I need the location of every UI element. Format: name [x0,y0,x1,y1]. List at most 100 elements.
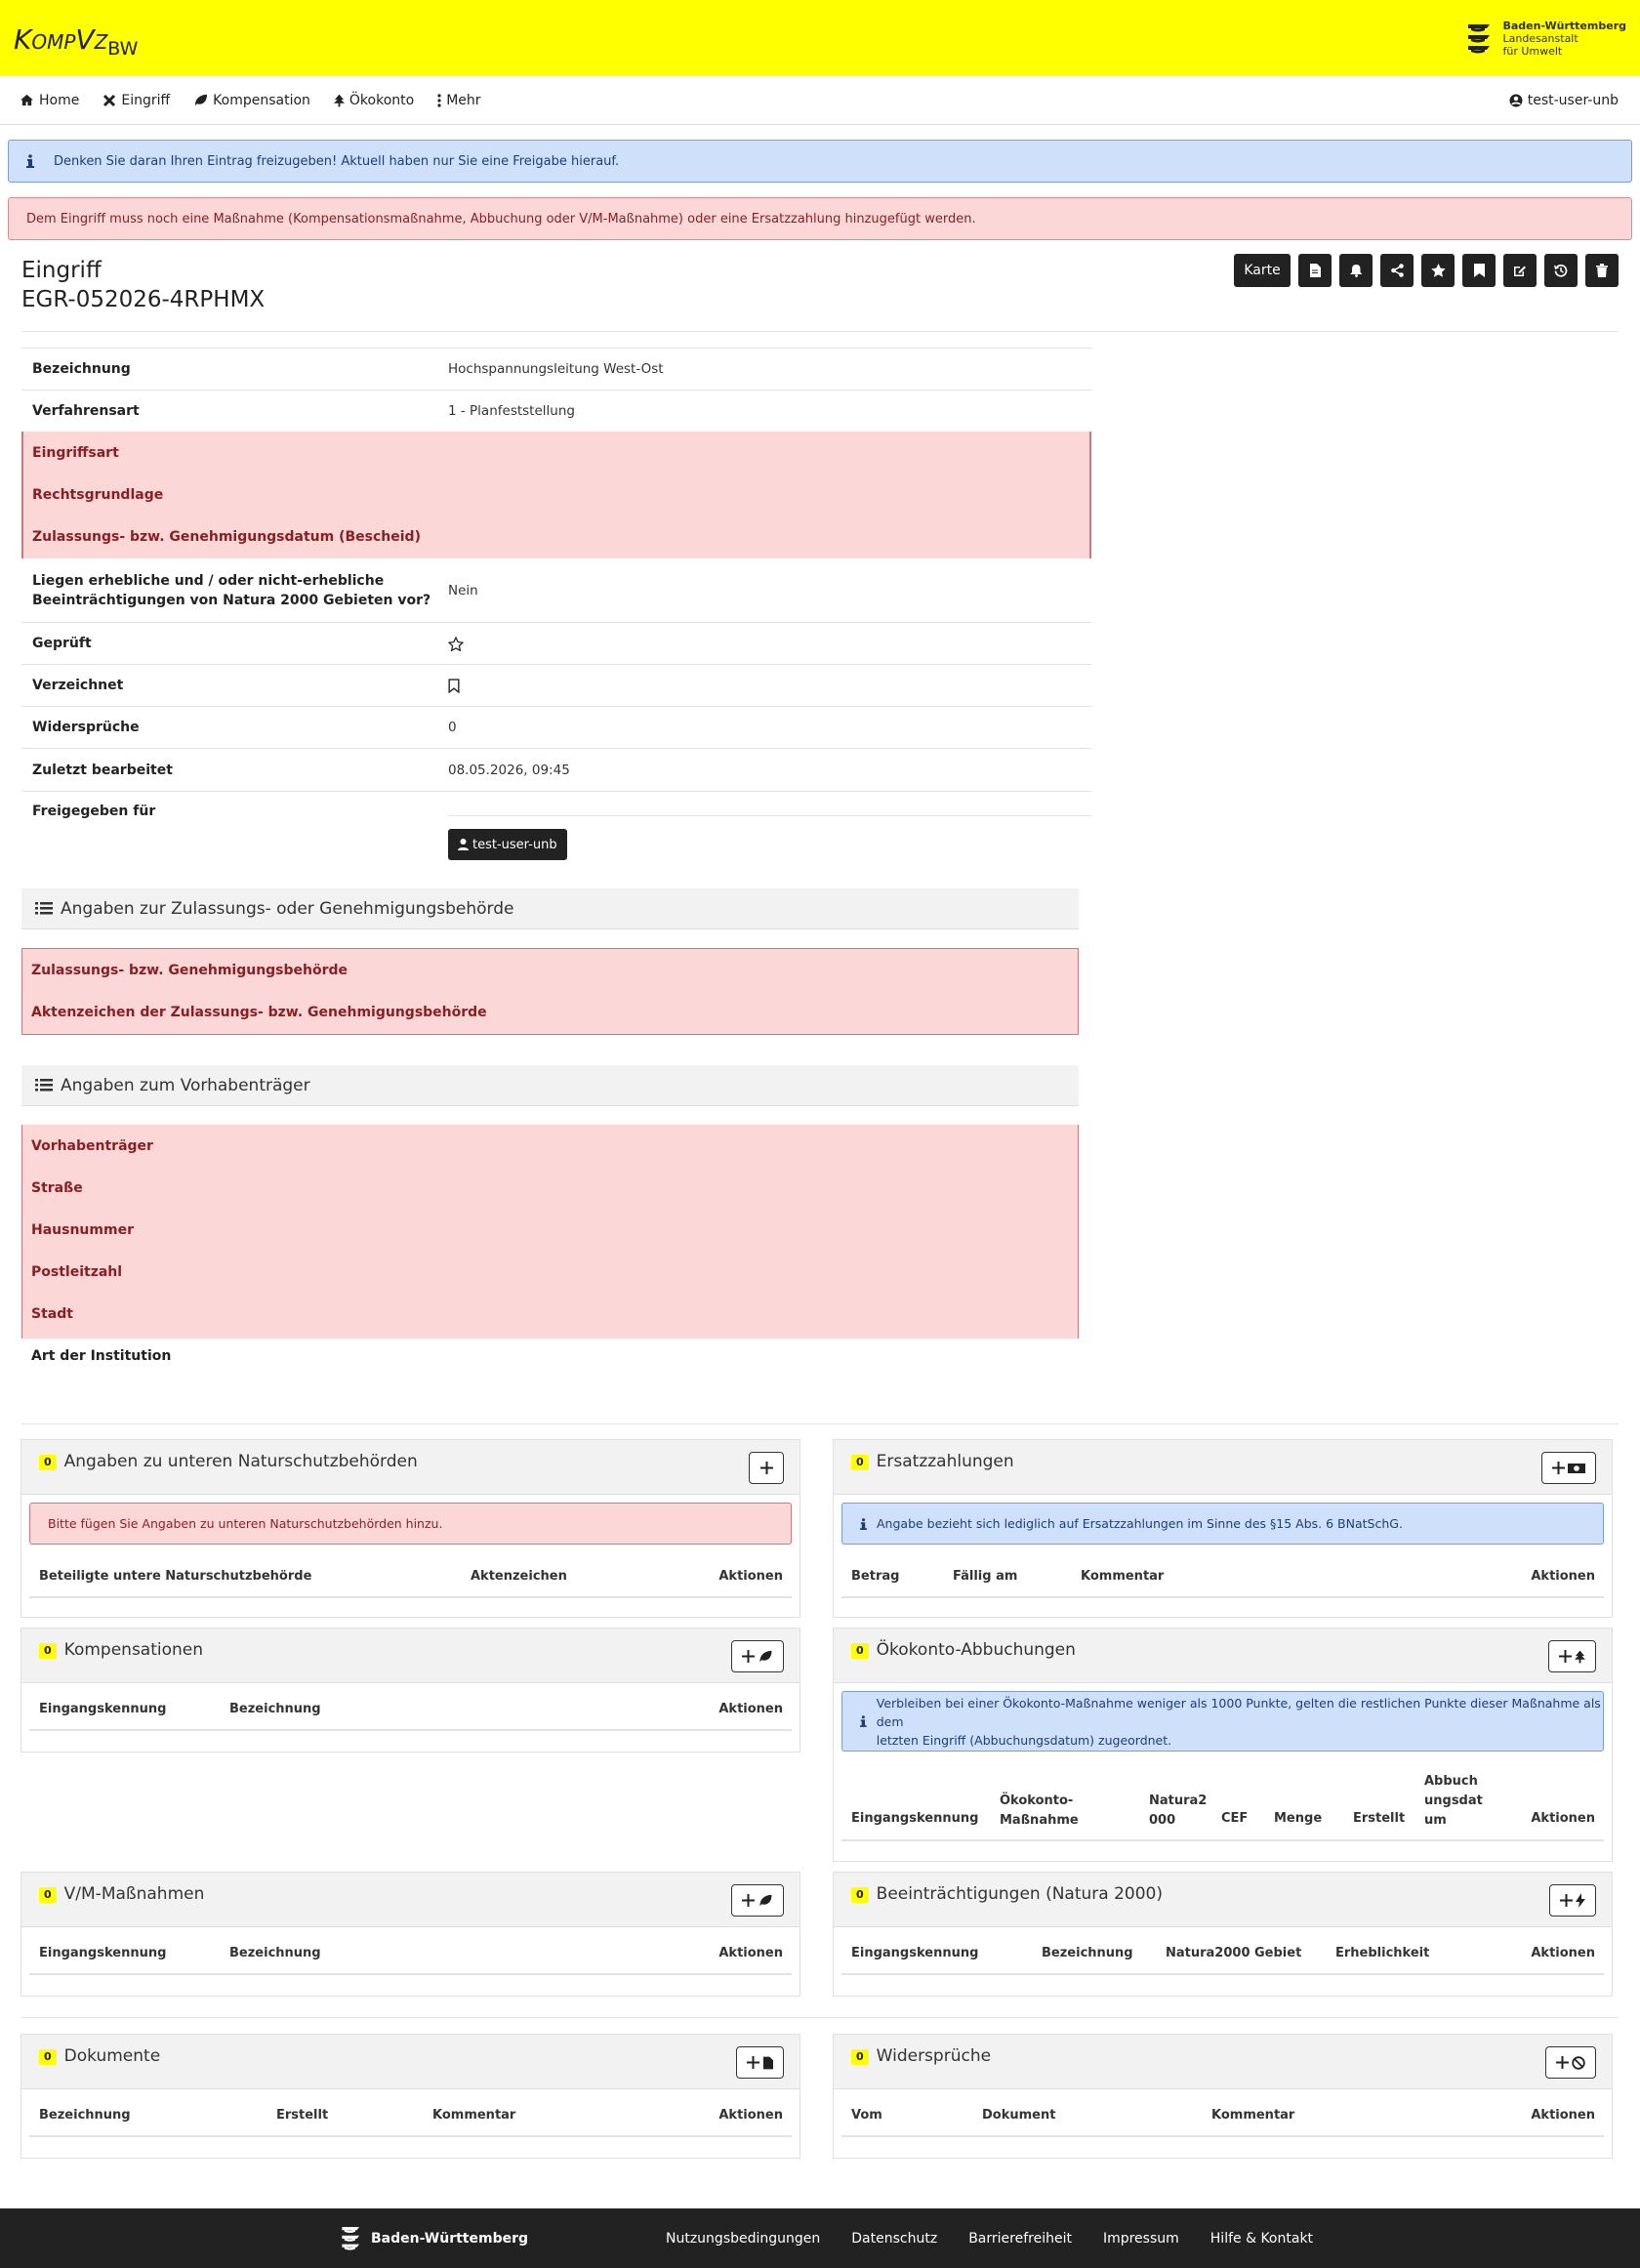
col-header: Bezeichnung [39,2108,131,2123]
nav-kompensation[interactable]: Kompensation [193,93,310,108]
col-header-part: um [1424,1813,1447,1828]
card-title: Beeinträchtigungen (Natura 2000) [876,1884,1163,1904]
money-icon [1568,1463,1585,1473]
bookmark-button[interactable] [1462,254,1496,287]
edit-icon [1514,266,1526,276]
col-header: CEF [1221,1811,1249,1826]
count-badge: 0 [851,1887,869,1903]
col-header: Aktionen [1531,2108,1595,2123]
check-star-button[interactable] [1421,254,1455,287]
danger-alert-text: Dem Eingriff muss noch eine Maßnahme (Ko… [26,211,976,227]
page-title: Eingriff EGR-052026-4RPHMX [21,256,265,314]
history-button[interactable] [1544,254,1578,287]
card-title: Ökokonto-Abbuchungen [876,1640,1076,1660]
col-header: Eingangskennung [851,1946,979,1960]
card-komp-header: 0 Kompensationen [21,1629,800,1683]
add-ersatz-button[interactable] [1541,1452,1596,1484]
footer-link-impressum[interactable]: Impressum [1103,2231,1179,2247]
nav-oekokonto-label: Ökokonto [348,92,415,108]
table-rule [29,1596,792,1598]
add-komp-button[interactable] [731,1640,784,1672]
card-title: V/M-Maßnahmen [63,1884,205,1904]
nav-user[interactable]: test-user-unb [1509,76,1619,125]
col-header: Bezeichnung [1042,1946,1133,1960]
col-header: Natura2 000 [1149,1792,1207,1831]
tree-icon [1575,1650,1585,1663]
nav-mehr[interactable]: Mehr [437,93,481,108]
table-rule [841,2135,1604,2137]
attr-label: Bezeichnung [32,361,131,377]
nav-home[interactable]: Home [20,93,79,108]
attr-zuletzt: Zuletzt bearbeitet 08.05.2026, 09:45 [21,748,1091,791]
card-wider-header: 0 Widersprüche [834,2035,1612,2089]
ban-icon [1572,2055,1585,2070]
col-header-part: Maßnahme [1000,1813,1079,1828]
nav-oekokonto[interactable]: Ökokonto [333,92,415,108]
list-icon [35,902,53,915]
file-icon [762,2056,773,2069]
shared-user-chip[interactable]: test-user-unb [448,829,567,860]
unb-alert: Bitte fügen Sie Angaben zu unteren Natur… [29,1503,792,1545]
lubw-line2: Landesanstalt [1502,32,1578,45]
count-badge: 0 [39,1643,57,1659]
share-button[interactable] [1380,254,1414,287]
table-rule [29,1729,792,1731]
lions-crest-icon [342,2226,359,2250]
add-vm-button[interactable] [731,1884,784,1917]
col-header: Beteiligte untere Naturschutzbehörde [39,1569,312,1584]
attr-eingriffsart: Eingriffsart [21,432,1091,474]
plus-icon [742,1650,755,1663]
attr-bezeichnung: Bezeichnung Hochspannungsleitung West-Ost [21,348,1091,390]
add-wider-button[interactable] [1545,2046,1596,2079]
attr-label: Rechtsgrundlage [32,486,164,503]
col-header: Bezeichnung [229,1946,321,1960]
plus-icon [1556,2056,1569,2069]
card-unb-header: 0 Angaben zu unteren Naturschutzbehörden [21,1440,800,1495]
page-title-id: EGR-052026-4RPHMX [21,287,266,312]
col-header: Aktionen [718,1946,783,1960]
section-vorhaben-header: Angaben zum Vorhabenträger [21,1065,1079,1106]
attr-value: Nein [448,582,478,598]
ellipsis-vertical-icon [437,93,441,107]
count-badge: 0 [851,1455,869,1470]
ersatz-alert: Angabe bezieht sich lediglich auf Ersatz… [841,1503,1604,1545]
share-icon [1390,264,1404,277]
table-rule [29,1973,792,1975]
shared-user-label: test-user-unb [472,837,557,852]
nav-eingriff[interactable]: Eingriff [102,93,170,108]
attr-label: Verzeichnet [32,678,124,693]
add-unb-button[interactable] [749,1452,784,1484]
attr-freigegeben: Freigegeben für test-user-unb [21,791,1091,869]
footer: Baden-Württemberg Nutzungsbedingungen Da… [0,2208,1640,2268]
home-icon [20,94,33,106]
app-logo[interactable]: KompVzBW [14,23,138,60]
delete-button[interactable] [1585,254,1619,287]
add-oeko-button[interactable] [1548,1640,1596,1672]
col-header-part: Abbuch [1424,1774,1478,1789]
add-natura-button[interactable] [1549,1884,1596,1917]
footer-link-nutzung[interactable]: Nutzungsbedingungen [666,2231,820,2247]
vorhaben-field: Vorhabenträger [31,1137,153,1154]
notify-button[interactable] [1339,254,1373,287]
oeko-alert-line2: letzten Eingriff (Abbuchungsdatum) zugeo… [876,1732,1172,1748]
attr-widersprueche: Widersprüche 0 [21,706,1091,748]
card-title: Widersprüche [876,2046,992,2066]
bell-icon [1349,265,1362,277]
card-title: Ersatzzahlungen [876,1452,1014,1471]
table-rule [841,1973,1604,1975]
report-button[interactable] [1298,254,1332,287]
col-header-part: Natura2 [1149,1794,1208,1808]
card-natura-header: 0 Beeinträchtigungen (Natura 2000) [834,1873,1612,1927]
col-header: Menge [1274,1811,1323,1826]
card-oeko-header: 0 Ökokonto-Abbuchungen [834,1629,1612,1683]
app-name-sub: BW [107,38,139,60]
footer-link-hilfe[interactable]: Hilfe & Kontakt [1210,2231,1313,2247]
footer-link-datenschutz[interactable]: Datenschutz [851,2231,937,2247]
add-dok-button[interactable] [736,2046,784,2079]
col-header: Aktenzeichen [471,1569,567,1584]
edit-button[interactable] [1503,254,1537,287]
top-bar: KompVzBW Baden-Württemberg Landesanstalt… [0,0,1640,76]
footer-link-barrierefreiheit[interactable]: Barrierefreiheit [968,2231,1072,2247]
karte-button[interactable]: Karte [1234,254,1291,287]
footer-brand-label: Baden-Württemberg [371,2230,529,2247]
